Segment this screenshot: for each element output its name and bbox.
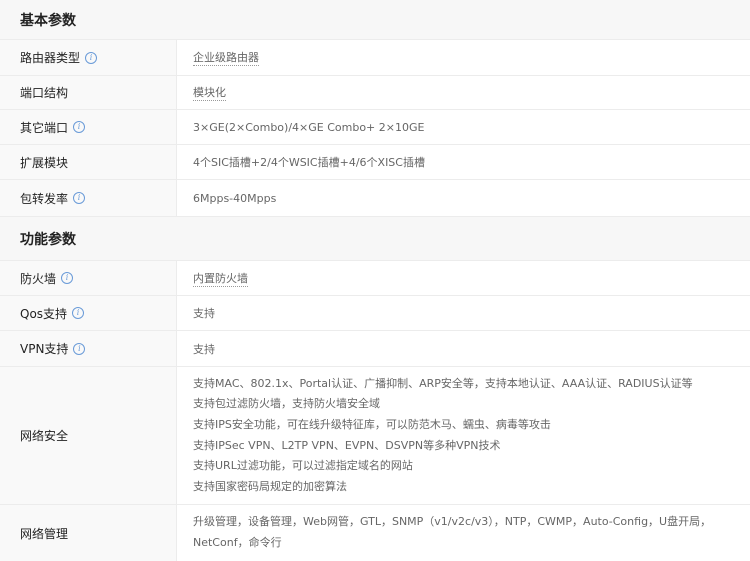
- row-value: 升级管理，设备管理，Web网管，GTL，SNMP（v1/v2c/v3），NTP，…: [193, 515, 712, 549]
- row-label: 网络安全: [0, 367, 177, 504]
- spec-row-network-security: 网络安全 支持MAC、802.1x、Portal认证、广播抑制、ARP安全等，支…: [0, 367, 750, 505]
- value-line: 支持包过滤防火墙，支持防火墙安全域: [193, 397, 380, 411]
- value-line: 支持URL过滤功能，可以过滤指定域名的网站: [193, 459, 413, 473]
- row-value: 4个SIC插槽+2/4个WSIC插槽+4/6个XISC插槽: [193, 156, 425, 169]
- row-value: 6Mpps-40Mpps: [193, 191, 277, 205]
- info-icon[interactable]: i: [73, 192, 86, 204]
- value-link[interactable]: 模块化: [193, 84, 226, 101]
- row-value: 支持MAC、802.1x、Portal认证、广播抑制、ARP安全等，支持本地认证…: [177, 367, 750, 504]
- row-value: 3×GE(2×Combo)/4×GE Combo+ 2×10GE: [193, 120, 425, 134]
- row-label: 网络管理: [0, 505, 177, 561]
- info-icon[interactable]: i: [73, 342, 86, 355]
- row-label: 其它端口 i: [0, 110, 177, 144]
- row-label: Qos支持 i: [0, 296, 177, 330]
- info-icon[interactable]: i: [61, 272, 74, 284]
- value-link[interactable]: 企业级路由器: [193, 49, 259, 66]
- spec-row-port-structure: 端口结构 模块化: [0, 76, 750, 110]
- row-label: 包转发率 i: [0, 180, 177, 216]
- row-value: 企业级路由器: [177, 40, 750, 75]
- value-line: 支持MAC、802.1x、Portal认证、广播抑制、ARP安全等，支持本地认证…: [193, 376, 693, 390]
- spec-row-expansion-modules: 扩展模块 4个SIC插槽+2/4个WSIC插槽+4/6个XISC插槽: [0, 145, 750, 180]
- spec-row-firewall: 防火墙 i 内置防火墙: [0, 261, 750, 296]
- row-label: 防火墙 i: [0, 261, 177, 295]
- row-label: VPN支持 i: [0, 331, 177, 366]
- spec-table: 基本参数 路由器类型 i 企业级路由器 端口结构 模块化 其它端口 i 3×GE(2…: [0, 0, 750, 561]
- row-value: 支持: [193, 307, 215, 320]
- spec-row-other-ports: 其它端口 i 3×GE(2×Combo)/4×GE Combo+ 2×10GE: [0, 110, 750, 145]
- row-value: 模块化: [177, 76, 750, 109]
- row-value: 支持: [193, 342, 215, 356]
- spec-row-router-type: 路由器类型 i 企业级路由器: [0, 40, 750, 76]
- info-icon[interactable]: i: [73, 121, 86, 133]
- value-link[interactable]: 内置防火墙: [193, 270, 248, 287]
- value-line: 支持IPSec VPN、L2TP VPN、EVPN、DSVPN等多种VPN技术: [193, 438, 501, 452]
- value-line: 支持IPS安全功能，可在线升级特征库，可以防范木马、蠕虫、病毒等攻击: [193, 417, 551, 431]
- info-icon[interactable]: i: [72, 307, 85, 319]
- row-label: 路由器类型 i: [0, 40, 177, 75]
- section-title-functions: 功能参数: [0, 217, 750, 261]
- row-value: 内置防火墙: [177, 261, 750, 295]
- spec-row-vpn: VPN支持 i 支持: [0, 331, 750, 367]
- section-title-basic: 基本参数: [0, 0, 750, 40]
- spec-row-forwarding-rate: 包转发率 i 6Mpps-40Mpps: [0, 180, 750, 217]
- info-icon[interactable]: i: [85, 51, 98, 64]
- row-label: 端口结构: [0, 76, 177, 109]
- row-label: 扩展模块: [0, 145, 177, 179]
- spec-row-network-management: 网络管理 升级管理，设备管理，Web网管，GTL，SNMP（v1/v2c/v3）…: [0, 505, 750, 561]
- value-line: 支持国家密码局规定的加密算法: [193, 479, 347, 493]
- spec-row-qos: Qos支持 i 支持: [0, 296, 750, 331]
